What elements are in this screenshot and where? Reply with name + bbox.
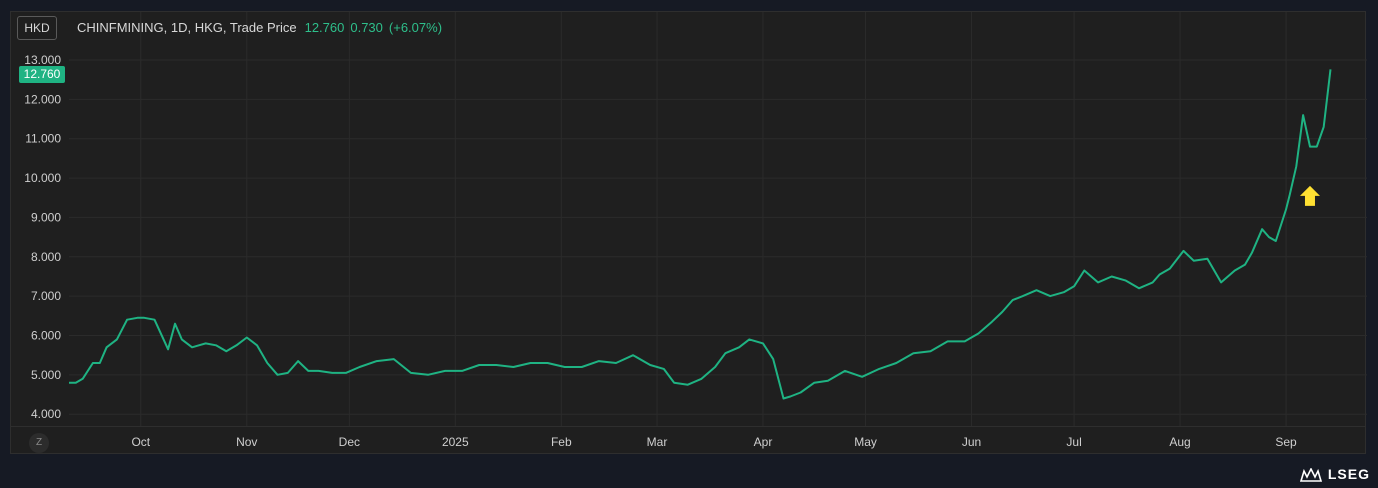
y-tick-label: 9.000 xyxy=(31,210,61,224)
price-change-pct: (+6.07%) xyxy=(388,20,443,35)
x-tick-label: May xyxy=(854,435,877,449)
y-tick-label: 8.000 xyxy=(31,250,61,264)
y-tick-label: 4.000 xyxy=(31,407,61,421)
lseg-logo-icon xyxy=(1299,468,1322,483)
x-tick-label: Apr xyxy=(754,435,773,449)
currency-selector[interactable]: HKD xyxy=(17,16,57,40)
x-tick-label: Feb xyxy=(551,435,572,449)
y-tick-label: 13.000 xyxy=(24,53,61,67)
chart-legend: CHINFMINING, 1D, HKG, Trade Price 12.760 0… xyxy=(77,20,442,35)
x-tick-label: Jun xyxy=(962,435,981,449)
x-tick-label: Aug xyxy=(1169,435,1190,449)
x-tick-label: Mar xyxy=(647,435,668,449)
brand-text: LSEG xyxy=(1327,466,1370,482)
price-change: 0.730 xyxy=(350,20,383,35)
x-tick-label: Nov xyxy=(236,435,257,449)
brand-logo: LSEG xyxy=(1299,466,1370,483)
y-tick-label: 10.000 xyxy=(24,171,61,185)
price-chart[interactable]: 4.000 5.000 6.000 7.000 8.000 9.000 10.000 11.0… xyxy=(11,12,1367,455)
x-tick-label: Oct xyxy=(131,435,150,449)
y-tick-label: 6.000 xyxy=(31,328,61,342)
x-tick-label: Dec xyxy=(339,435,360,449)
arrow-up-icon xyxy=(1299,185,1320,206)
x-tick-label: Jul xyxy=(1066,435,1081,449)
axis-divider xyxy=(11,426,1365,427)
x-tick-label: 2025 xyxy=(442,435,469,449)
price-series-line[interactable] xyxy=(69,69,1332,400)
y-tick-label: 5.000 xyxy=(31,368,61,382)
x-tick-label: Sep xyxy=(1275,435,1297,449)
zoom-reset-button[interactable]: Z xyxy=(29,433,49,453)
symbol-info: CHINFMINING, 1D, HKG, Trade Price xyxy=(77,20,297,35)
chart-panel: 4.000 5.000 6.000 7.000 8.000 9.000 10.000 11.0… xyxy=(10,11,1367,455)
last-price: 12.760 xyxy=(304,20,345,35)
y-tick-label: 7.000 xyxy=(31,289,61,303)
y-tick-label: 11.000 xyxy=(25,132,61,146)
y-tick-label: 12.000 xyxy=(24,92,61,106)
last-price-tag: 12.760 xyxy=(19,66,65,83)
